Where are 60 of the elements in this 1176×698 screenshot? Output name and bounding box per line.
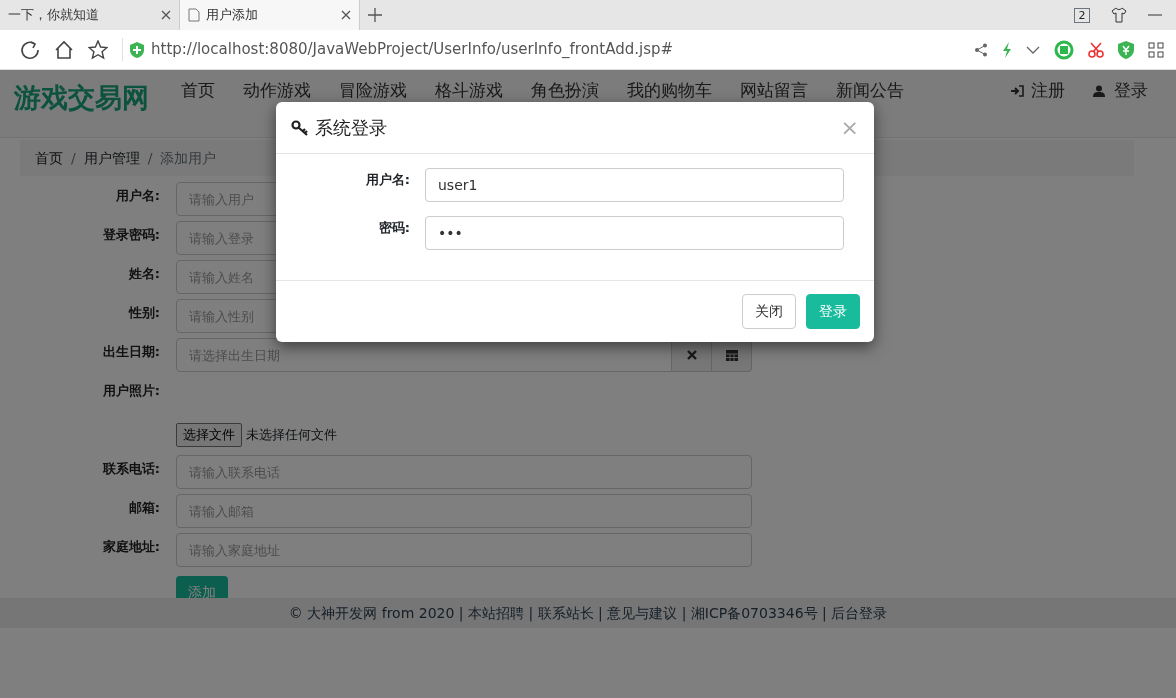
nav-link[interactable]: 格斗游戏 bbox=[421, 78, 517, 104]
login-button[interactable]: 登录 bbox=[806, 294, 860, 329]
field-label: 用户照片: bbox=[101, 381, 161, 400]
field-label: 用户名: bbox=[114, 186, 161, 205]
field-label: 姓名: bbox=[127, 264, 161, 283]
field-label: 用户名: bbox=[364, 171, 411, 189]
home-icon[interactable] bbox=[54, 39, 74, 60]
calendar-icon bbox=[725, 349, 738, 361]
reload-icon[interactable] bbox=[20, 39, 40, 60]
breadcrumb-separator: / bbox=[71, 148, 76, 168]
dialog-title: 系统登录 bbox=[315, 116, 388, 140]
nav-link[interactable]: 登录 bbox=[1079, 78, 1162, 104]
share-icon[interactable] bbox=[974, 42, 988, 57]
field-label: 出生日期: bbox=[101, 342, 161, 361]
url-text[interactable]: http://localhost:8080/JavaWebProject/UserInfo/userInfo_frontAdd.jsp# bbox=[151, 38, 674, 61]
page-icon bbox=[188, 8, 200, 22]
sign-in-icon bbox=[1010, 84, 1024, 97]
star-icon[interactable] bbox=[88, 39, 108, 60]
nav-link[interactable]: 角色扮演 bbox=[517, 78, 613, 104]
extension-icon[interactable] bbox=[1054, 39, 1074, 60]
field-label: 登录密码: bbox=[101, 225, 161, 244]
nav-link[interactable]: 网站留言 bbox=[726, 78, 822, 104]
choose-file-button[interactable]: 选择文件 bbox=[176, 423, 242, 447]
user-icon bbox=[1093, 84, 1107, 97]
nav-link[interactable]: 动作游戏 bbox=[229, 78, 325, 104]
field-label: 家庭地址: bbox=[101, 537, 161, 556]
close-icon bbox=[686, 350, 697, 360]
site-logo[interactable]: 游戏交易网 bbox=[14, 78, 149, 119]
breadcrumb-separator: / bbox=[147, 148, 153, 168]
browser-tab[interactable]: 用户添加 bbox=[180, 0, 360, 30]
lightning-icon[interactable] bbox=[1002, 41, 1012, 58]
footer: © 大神开发网 from 2020 | 本站招聘 | 联系站长 | 意见与建议 | 湘ICP备0703346号 | 后台登录 bbox=[0, 598, 1176, 628]
input-field[interactable]: ••• bbox=[425, 216, 844, 250]
scissors-icon[interactable] bbox=[1088, 41, 1104, 58]
file-status: 未选择任何文件 bbox=[245, 426, 337, 444]
close-button[interactable]: × bbox=[840, 116, 859, 139]
nav-link[interactable]: 注册 bbox=[996, 78, 1079, 104]
grid-icon[interactable] bbox=[1148, 41, 1164, 58]
nav-link[interactable]: 首页 bbox=[167, 78, 229, 104]
field-label: 密码: bbox=[377, 219, 411, 237]
tab-count[interactable]: 2 bbox=[1074, 7, 1090, 23]
field-label: 联系电话: bbox=[101, 459, 161, 478]
nav-link[interactable]: 新闻公告 bbox=[822, 78, 918, 104]
field-label: 性别: bbox=[127, 303, 161, 322]
key-icon bbox=[291, 119, 309, 136]
breadcrumb-link[interactable]: 用户管理 bbox=[83, 147, 140, 169]
shirt-icon[interactable] bbox=[1111, 7, 1127, 23]
nav-link[interactable]: 我的购物车 bbox=[613, 78, 726, 104]
close-button[interactable]: 关闭 bbox=[742, 294, 796, 329]
shield-icon bbox=[130, 41, 144, 58]
new-tab-icon[interactable] bbox=[367, 7, 383, 23]
breadcrumb-link[interactable]: 首页 bbox=[35, 147, 63, 169]
yen-shield-icon[interactable] bbox=[1118, 40, 1134, 59]
chevron-down-icon[interactable] bbox=[1026, 45, 1040, 54]
input-field[interactable]: user1 bbox=[425, 168, 844, 202]
breadcrumb-current: 添加用户 bbox=[160, 148, 217, 168]
close-icon[interactable] bbox=[341, 10, 351, 20]
field-label: 邮箱: bbox=[127, 498, 161, 517]
nav-link[interactable]: 冒险游戏 bbox=[325, 78, 421, 104]
close-icon[interactable] bbox=[161, 10, 171, 20]
